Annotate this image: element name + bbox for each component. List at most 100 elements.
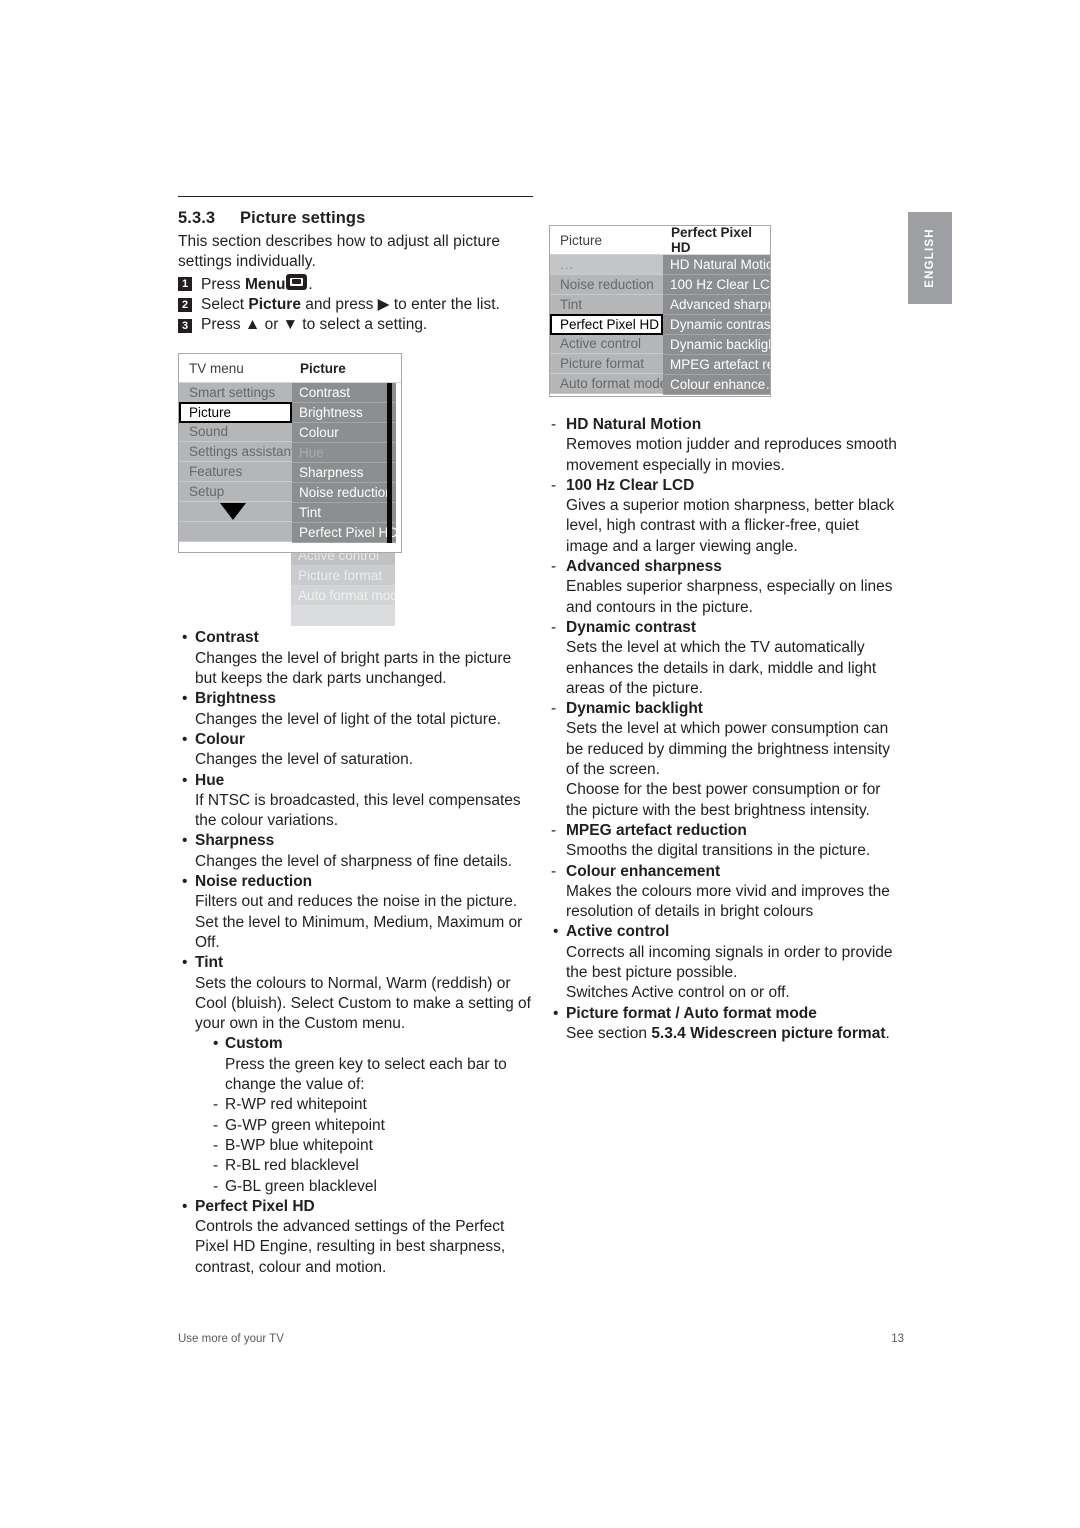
step-text-post: and press ▶ to enter the list.: [300, 295, 500, 313]
bullet-icon: •: [182, 629, 188, 647]
pp-menu-item-dynamic-backlight[interactable]: Dynamic backlight: [663, 335, 770, 355]
document-page: ENGLISH 5.3.3 Picture settings This secti…: [0, 0, 1080, 1528]
page-title: 5.3.3 Picture settings: [178, 209, 533, 228]
list-item-term: Sharpness: [195, 832, 275, 850]
dash-icon: -: [213, 1116, 219, 1134]
tv-menu-item-settings-assistant[interactable]: Settings assistant: [179, 442, 292, 463]
pp-menu-item-dynamic-contrast[interactable]: Dynamic contrast: [663, 315, 770, 335]
pp-menu-item-mpeg-artefact-reduction[interactable]: MPEG artefact red…: [663, 355, 770, 375]
bullet-icon: •: [182, 954, 188, 972]
step-number: 1: [178, 277, 192, 292]
tv-menu-item-noise-reduction[interactable]: Noise reduction: [292, 483, 396, 504]
list-item-desc: Sets the level at which the TV automatic…: [566, 639, 877, 697]
pp-menu-body: ... Noise reduction Tint Perfect Pixel H…: [550, 255, 770, 395]
tv-menu-right-row[interactable]: Auto format mode: [291, 586, 395, 607]
tv-menu-item-setup[interactable]: Setup: [179, 482, 292, 503]
list-item: - 100 Hz Clear LCD Gives a superior moti…: [549, 476, 904, 557]
tv-menu-item-hue[interactable]: Hue: [292, 443, 396, 464]
sublist-detail: - G-WP green whitepoint: [213, 1116, 533, 1136]
list-item: • Noise reduction Filters out and reduce…: [178, 872, 533, 953]
list-item-desc: Smooths the digital transitions in the p…: [566, 842, 871, 860]
list-item-picture-format: • Picture format / Auto format mode See …: [549, 1004, 904, 1045]
see-section-pre: See section: [566, 1024, 652, 1042]
tv-menu-right-column: Contrast Brightness Colour Hue Sharpness…: [292, 383, 396, 544]
sublist-detail: - B-WP blue whitepoint: [213, 1136, 533, 1156]
pp-menu-header-right: Perfect Pixel HD: [671, 225, 753, 255]
list-item-desc: Filters out and reduces the noise in the…: [195, 893, 523, 951]
bullet-icon: •: [213, 1035, 219, 1053]
tv-menu-header-right: Picture: [300, 360, 346, 376]
list-item-desc: See section 5.3.4 Widescreen picture for…: [566, 1024, 904, 1044]
bullet-icon: •: [182, 1197, 188, 1215]
step-text-bold: Picture: [248, 295, 301, 313]
perfect-pixel-hd-menu-screenshot: Picture Perfect Pixel HD ... Noise reduc…: [549, 225, 771, 397]
list-item-desc: Makes the colours more vivid and improve…: [566, 882, 890, 921]
tv-menu-box: TV menu Picture Smart settings Picture S…: [178, 353, 402, 554]
tv-menu-item-sound[interactable]: Sound: [179, 422, 292, 443]
step-text: Select Picture and press ▶ to enter the …: [201, 295, 533, 315]
dash-icon: -: [551, 618, 557, 636]
list-item: - Dynamic contrast Sets the level at whi…: [549, 618, 904, 699]
tv-menu-right-row[interactable]: Picture format: [291, 566, 395, 587]
bullet-icon: •: [182, 771, 188, 789]
tv-menu-item-tint[interactable]: Tint: [292, 503, 396, 524]
tv-menu-icon: [286, 273, 308, 290]
sublist-custom: • Custom Press the green key to select e…: [195, 1034, 533, 1196]
pp-menu-item-colour-enhancement[interactable]: Colour enhance…: [663, 375, 770, 395]
pp-menu-item-advanced-sharpness[interactable]: Advanced sharpn…: [663, 295, 770, 315]
list-item: • Colour Changes the level of saturation…: [178, 730, 533, 771]
sublist-item-term: Custom: [225, 1035, 283, 1053]
list-item-term: Colour enhancement: [566, 862, 721, 880]
list-item-term: Contrast: [195, 629, 259, 647]
tv-menu-item-sharpness[interactable]: Sharpness: [292, 463, 396, 484]
tv-menu-item-perfect-pixel-hd[interactable]: Perfect Pixel HD: [292, 523, 396, 544]
tv-menu-item-picture[interactable]: Picture: [179, 402, 292, 424]
step-item: 3 Press ▲ or ▼ to select a setting.: [178, 315, 533, 335]
step-text-pre: Press: [201, 275, 245, 293]
sublist-detail-label: G-BL green blacklevel: [225, 1177, 377, 1195]
step-text: Press Menu.: [201, 273, 533, 295]
pp-menu-item-picture-format[interactable]: Picture format: [550, 354, 663, 374]
list-item-desc: Gives a superior motion sharpness, bette…: [566, 497, 895, 555]
list-item-term: Tint: [195, 954, 224, 972]
dash-icon: -: [213, 1177, 219, 1195]
sublist-detail: - R-WP red whitepoint: [213, 1095, 533, 1115]
pp-menu-item-100hz-clear-lcd[interactable]: 100 Hz Clear LCD: [663, 275, 770, 295]
dash-icon: -: [213, 1157, 219, 1175]
bullet-icon: •: [182, 873, 188, 891]
pp-menu-item-auto-format-mode[interactable]: Auto format mode: [550, 374, 663, 394]
list-item-desc: Controls the advanced settings of the Pe…: [195, 1218, 506, 1276]
tv-menu-screenshot: Active control Picture format Auto forma…: [178, 353, 410, 628]
pp-menu-item-ellipsis: ...: [550, 255, 663, 275]
bullet-icon: •: [553, 923, 559, 941]
steps-list: 1 Press Menu. 2 Select Picture and press…: [178, 273, 533, 336]
pp-menu-item-tint[interactable]: Tint: [550, 295, 663, 315]
sublist-detail-label: R-BL red blacklevel: [225, 1157, 359, 1175]
language-tab-label: ENGLISH: [924, 228, 936, 288]
tv-menu-item-colour[interactable]: Colour: [292, 423, 396, 444]
step-item: 2 Select Picture and press ▶ to enter th…: [178, 295, 533, 315]
list-item: - MPEG artefact reduction Smooths the di…: [549, 821, 904, 862]
list-item-term: Picture format / Auto format mode: [566, 1004, 817, 1022]
tv-menu-item-smart-settings[interactable]: Smart settings: [179, 383, 292, 404]
tv-menu-item-features[interactable]: Features: [179, 462, 292, 483]
step-text-post: .: [308, 275, 313, 293]
bullet-icon: •: [182, 690, 188, 708]
list-item-perfect-pixel-hd: • Perfect Pixel HD Controls the advanced…: [178, 1197, 533, 1278]
dash-icon: -: [551, 821, 557, 839]
sublist-detail: - R-BL red blacklevel: [213, 1156, 533, 1176]
list-item-term: 100 Hz Clear LCD: [566, 476, 695, 494]
pp-menu-right-column: HD Natural Motion 100 Hz Clear LCD Advan…: [663, 255, 770, 395]
tv-menu-scrollbar[interactable]: [387, 383, 392, 544]
tv-menu-item-contrast[interactable]: Contrast: [292, 383, 396, 404]
pp-menu-item-noise-reduction[interactable]: Noise reduction: [550, 275, 663, 295]
list-item-term: Dynamic backlight: [566, 700, 703, 718]
pp-menu-item-active-control[interactable]: Active control: [550, 334, 663, 354]
list-item-term: Advanced sharpness: [566, 558, 722, 576]
pp-menu-item-perfect-pixel-hd[interactable]: Perfect Pixel HD: [550, 314, 663, 335]
dash-icon: -: [551, 416, 557, 433]
tv-menu-item-brightness[interactable]: Brightness: [292, 403, 396, 424]
list-item-term: Hue: [195, 771, 225, 789]
list-item: - Colour enhancement Makes the colours m…: [549, 862, 904, 923]
pp-menu-item-hd-natural-motion[interactable]: HD Natural Motion: [663, 255, 770, 275]
